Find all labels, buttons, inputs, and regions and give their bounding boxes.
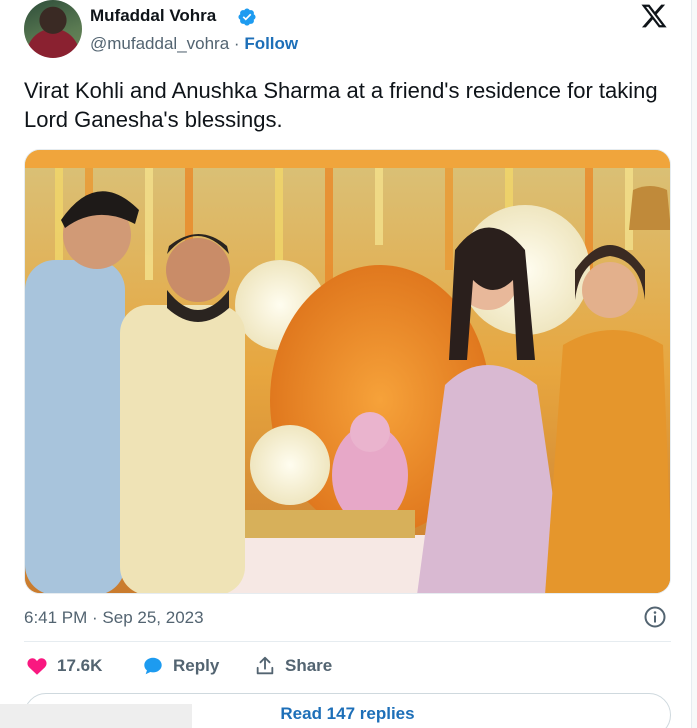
heart-icon <box>27 658 47 675</box>
follow-button[interactable]: Follow <box>244 34 298 53</box>
share-label: Share <box>285 656 333 675</box>
tweet-header: Mufaddal Vohra @mufaddal_vohra · Follow <box>24 0 674 62</box>
reply-bubble-icon <box>144 657 162 675</box>
tweet-text: Virat Kohli and Anushka Sharma at a frie… <box>24 78 658 132</box>
tweet-photo[interactable] <box>24 149 671 594</box>
photo-illustration <box>25 150 670 593</box>
separator-dot: · <box>233 34 240 53</box>
info-icon[interactable] <box>643 605 667 629</box>
divider <box>24 641 671 642</box>
share-button[interactable]: Share <box>254 655 332 677</box>
verified-badge-icon <box>238 8 256 26</box>
scrollbar-track[interactable] <box>691 0 697 728</box>
action-bar: 17.6K Reply Share <box>24 655 674 681</box>
like-count: 17.6K <box>57 656 103 675</box>
handle-row: @mufaddal_vohra · Follow <box>90 34 298 54</box>
avatar[interactable] <box>24 0 82 58</box>
share-icon <box>256 656 274 675</box>
overlay-strip <box>0 704 192 728</box>
reply-label: Reply <box>173 656 220 675</box>
like-button[interactable]: 17.6K <box>26 655 102 677</box>
reply-button[interactable]: Reply <box>142 655 219 677</box>
author-handle[interactable]: @mufaddal_vohra <box>90 34 229 53</box>
author-name[interactable]: Mufaddal Vohra <box>90 6 216 26</box>
tweet-timestamp[interactable]: 6:41 PM · Sep 25, 2023 <box>24 608 204 628</box>
x-logo-icon[interactable] <box>639 2 669 30</box>
